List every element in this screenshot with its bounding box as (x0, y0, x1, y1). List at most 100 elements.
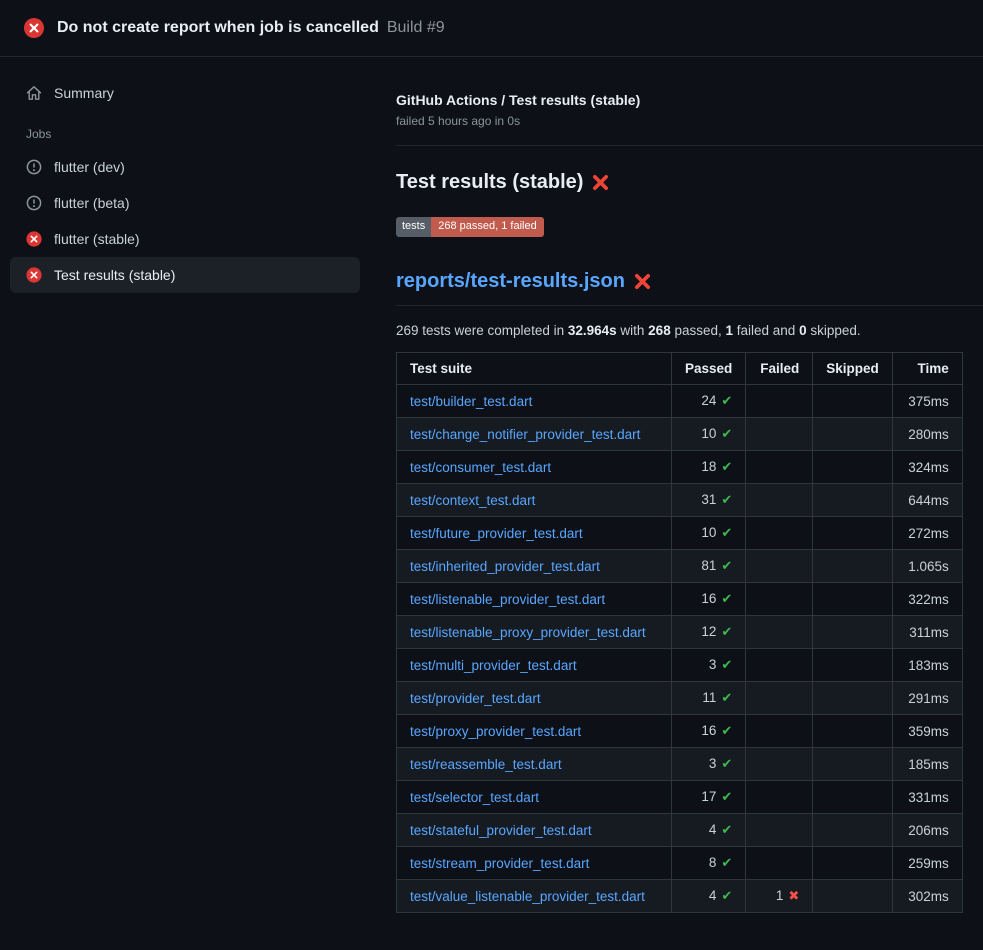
test-suite-link[interactable]: test/consumer_test.dart (410, 460, 551, 475)
test-suite-link[interactable]: test/proxy_provider_test.dart (410, 724, 581, 739)
test-suite-link[interactable]: test/selector_test.dart (410, 790, 539, 805)
time-cell: 311ms (892, 616, 962, 649)
summary-segment: 269 tests were completed in (396, 323, 568, 338)
sidebar-item-flutter-stable[interactable]: flutter (stable) (10, 221, 360, 257)
skipped-cell (813, 814, 893, 847)
sidebar-item-summary[interactable]: Summary (10, 75, 360, 111)
check-icon: ✔ (721, 690, 732, 705)
test-suite-link[interactable]: test/stream_provider_test.dart (410, 856, 589, 871)
test-suite-link[interactable]: test/provider_test.dart (410, 691, 541, 706)
test-suite-link[interactable]: test/reassemble_test.dart (410, 757, 562, 772)
table-row: test/listenable_provider_test.dart16✔322… (397, 583, 963, 616)
check-icon: ✔ (721, 723, 732, 738)
passed-cell: 17✔ (672, 781, 746, 814)
table-row: test/multi_provider_test.dart3✔183ms (397, 649, 963, 682)
summary-segment: 0 (799, 323, 807, 338)
table-row: test/inherited_provider_test.dart 81✔ 1.06… (397, 550, 963, 583)
failed-cell (746, 583, 813, 616)
test-suite-link[interactable]: test/context_test.dart (410, 493, 535, 508)
test-suite-cell: test/proxy_provider_test.dart (397, 715, 672, 748)
test-suite-cell: test/change_notifier_provider_test.dart (397, 418, 672, 451)
check-icon: ✔ (721, 459, 732, 474)
passed-cell: 12✔ (672, 616, 746, 649)
failed-cell (746, 418, 813, 451)
test-suite-cell: test/provider_test.dart (397, 682, 672, 715)
table-row: test/value_listenable_provider_test.dart… (397, 880, 963, 913)
sidebar-item-test-results-stable[interactable]: Test results (stable) (10, 257, 360, 293)
skipped-cell (813, 451, 893, 484)
sidebar-item-flutter-dev[interactable]: flutter (dev) (10, 149, 360, 185)
test-suite-link[interactable]: test/inherited_provider_test.dart (410, 559, 600, 574)
test-suite-cell: test/listenable_provider_test.dart (397, 583, 672, 616)
test-suite-cell: test/future_provider_test.dart (397, 517, 672, 550)
report-title: reports/test-results.json (396, 270, 983, 306)
summary-segment: 32.964s (568, 323, 617, 338)
time-cell: 259ms (892, 847, 962, 880)
table-row: test/builder_test.dart24✔375ms (397, 385, 963, 418)
summary-segment: failed and (733, 323, 799, 338)
check-icon: ✔ (721, 558, 732, 573)
passed-cell: 10✔ (672, 517, 746, 550)
column-header-passed: Passed (672, 353, 746, 385)
sidebar-item-flutter-beta[interactable]: flutter (beta) (10, 185, 360, 221)
divider (396, 145, 983, 146)
sidebar-item-label: flutter (dev) (54, 159, 125, 175)
time-cell: 1.065s (892, 550, 962, 583)
section-title: Test results (stable) (396, 171, 983, 194)
build-header: Do not create report when job is cancell… (0, 0, 983, 57)
failed-x-icon (592, 174, 609, 191)
skipped-cell (813, 649, 893, 682)
sidebar-item-label: flutter (stable) (54, 231, 140, 247)
test-summary-line: 269 tests were completed in 32.964s with… (396, 323, 983, 338)
passed-cell: 81✔ (672, 550, 746, 583)
column-header-skipped: Skipped (813, 353, 893, 385)
skipped-cell (813, 418, 893, 451)
skipped-cell (813, 616, 893, 649)
failed-status-icon (24, 18, 44, 38)
failed-cell: 1✖ (746, 880, 813, 913)
failed-x-icon (634, 273, 651, 290)
time-cell: 280ms (892, 418, 962, 451)
run-status-line: failed 5 hours ago in 0s (396, 114, 983, 128)
failed-cell (746, 814, 813, 847)
time-cell: 359ms (892, 715, 962, 748)
test-suite-cell: test/multi_provider_test.dart (397, 649, 672, 682)
passed-cell: 4✔ (672, 880, 746, 913)
sidebar: Summary Jobs flutter (dev) flut (0, 57, 370, 293)
sidebar-item-label: flutter (beta) (54, 195, 129, 211)
passed-cell: 3✔ (672, 649, 746, 682)
skipped-cell (813, 682, 893, 715)
summary-segment: passed, (671, 323, 726, 338)
check-icon: ✔ (721, 624, 732, 639)
test-suite-link[interactable]: test/value_listenable_provider_test.dart (410, 889, 645, 904)
check-icon: ✔ (721, 657, 732, 672)
test-suite-link[interactable]: test/listenable_proxy_provider_test.dart (410, 625, 646, 640)
passed-cell: 16✔ (672, 583, 746, 616)
passed-cell: 11✔ (672, 682, 746, 715)
skipped-cell (813, 781, 893, 814)
test-suite-link[interactable]: test/builder_test.dart (410, 394, 532, 409)
table-row: test/consumer_test.dart 18✔ 324ms (397, 451, 963, 484)
test-suite-link[interactable]: test/change_notifier_provider_test.dart (410, 427, 640, 442)
test-suite-link[interactable]: test/future_provider_test.dart (410, 526, 583, 541)
test-suite-link[interactable]: test/stateful_provider_test.dart (410, 823, 592, 838)
passed-cell: 18✔ (672, 451, 746, 484)
failed-cell (746, 682, 813, 715)
time-cell: 272ms (892, 517, 962, 550)
passed-cell: 8✔ (672, 847, 746, 880)
time-cell: 331ms (892, 781, 962, 814)
table-row: test/stream_provider_test.dart 8✔ 259ms (397, 847, 963, 880)
check-icon: ✔ (721, 426, 732, 441)
failed-cell (746, 649, 813, 682)
skipped-cell (813, 880, 893, 913)
table-row: test/listenable_proxy_provider_test.dart… (397, 616, 963, 649)
check-icon: ✔ (721, 855, 732, 870)
test-suite-link[interactable]: test/listenable_provider_test.dart (410, 592, 605, 607)
column-header-time: Time (892, 353, 962, 385)
time-cell: 206ms (892, 814, 962, 847)
time-cell: 324ms (892, 451, 962, 484)
skipped-cell (813, 748, 893, 781)
badge-label: tests (396, 217, 431, 237)
report-file-link[interactable]: reports/test-results.json (396, 270, 625, 293)
test-suite-link[interactable]: test/multi_provider_test.dart (410, 658, 577, 673)
